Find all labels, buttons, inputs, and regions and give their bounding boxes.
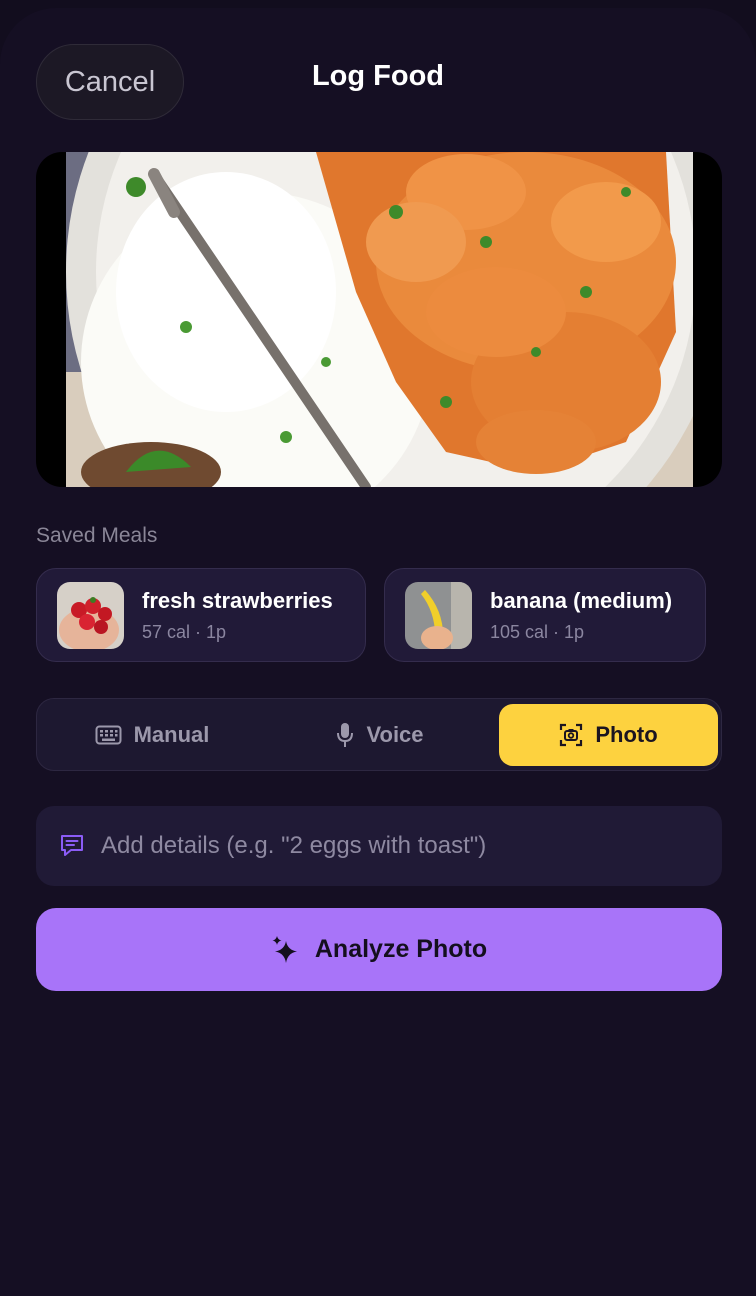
saved-meal-name: banana (medium) [490,587,673,613]
saved-meal-card[interactable]: banana (medium) 105 cal · 1p [384,568,706,662]
details-field[interactable] [36,806,722,886]
strawberries-thumbnail [57,581,124,649]
input-mode-selector: Manual Voice Photo [36,698,722,771]
food-photo-image [66,152,693,487]
saved-meal-card[interactable]: fresh strawberries 57 cal · 1p [36,568,366,662]
message-icon [61,835,83,856]
microphone-icon [337,723,354,747]
log-food-sheet: Cancel Log Food Saved Meals fresh strawb… [0,8,756,1296]
food-photo-preview[interactable] [36,152,722,487]
saved-meals-heading: Saved Meals [36,524,158,547]
keyboard-icon [95,725,122,745]
details-input[interactable] [101,816,722,876]
analyze-photo-button[interactable]: Analyze Photo [36,908,722,991]
cancel-button[interactable]: Cancel [36,44,184,120]
tab-voice[interactable]: Voice [267,704,493,766]
tab-manual-label: Manual [133,722,210,747]
camera-scan-icon [560,723,583,747]
sparkles-icon [272,935,297,963]
saved-meal-name: fresh strawberries [142,587,333,613]
saved-meal-meta: 57 cal · 1p [142,621,227,642]
analyze-photo-label: Analyze Photo [314,935,488,963]
tab-photo-label: Photo [595,722,658,747]
tab-voice-label: Voice [366,722,424,747]
tab-manual[interactable]: Manual [41,704,263,766]
tab-photo[interactable]: Photo [499,704,718,766]
banana-thumbnail [405,581,472,649]
saved-meal-meta: 105 cal · 1p [490,621,585,642]
